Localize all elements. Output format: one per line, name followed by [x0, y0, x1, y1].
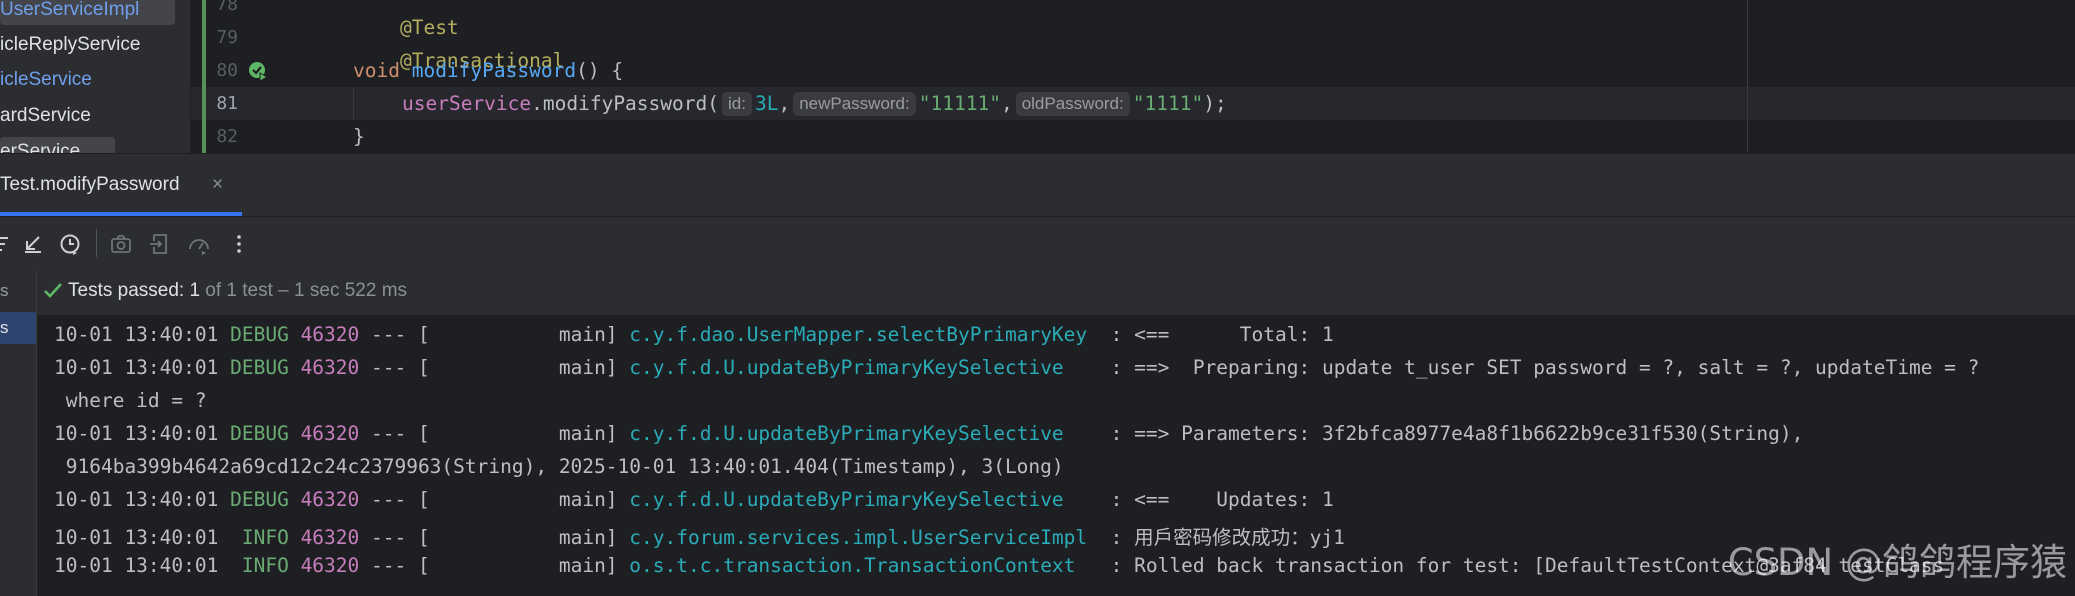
log-logger[interactable]: c.y.f.d.U.updateByPrimaryKeySelective: [629, 356, 1063, 379]
tree-item-boardservice[interactable]: ardService: [0, 101, 91, 131]
code-text: }: [353, 125, 365, 148]
line-number: 81: [216, 93, 238, 114]
log-line-continuation: 9164ba399b4642a69cd12c24c2379963(String)…: [54, 455, 1064, 478]
run-tab-bar: Test.modifyPassword ×: [0, 153, 2075, 216]
log-line: 10-01 13:40:01 INFO 46320 --- [ main] o.…: [54, 554, 1944, 577]
line-number: 82: [216, 126, 238, 147]
line-number: 80: [216, 60, 238, 81]
log-thread: --- [ main]: [359, 488, 630, 511]
tests-passed-count: Tests passed: 1: [68, 280, 201, 301]
tree-item-userservice[interactable]: erService: [0, 137, 115, 153]
tests-passed-summary: Tests passed: 1 of 1 test – 1 sec 522 ms: [68, 280, 407, 302]
test-tree-item-selected[interactable]: s: [0, 312, 36, 344]
log-timestamp: 10-01 13:40:01: [54, 323, 231, 346]
log-line: 10-01 13:40:01 INFO 46320 --- [ main] c.…: [54, 521, 1345, 550]
log-thread: --- [ main]: [359, 526, 630, 549]
string-literal: "11111": [918, 92, 1001, 115]
test-tree-item[interactable]: s: [0, 275, 36, 307]
log-message: : ==> Parameters: 3f2bfca8977e4a8f1b6622…: [1063, 422, 1804, 445]
param-hint: id:: [721, 92, 752, 116]
line-number: 78: [216, 0, 238, 15]
code-line-82: }: [353, 125, 365, 148]
log-logger[interactable]: c.y.f.dao.UserMapper.selectByPrimaryKey: [629, 323, 1087, 346]
field-ref: userService: [402, 92, 532, 115]
code-line-80: void modifyPassword() {: [353, 59, 623, 82]
log-thread: --- [ main]: [359, 323, 630, 346]
sort-icon[interactable]: [0, 232, 16, 256]
log-message: : 用戶密码修改成功：yj1: [1087, 526, 1345, 549]
log-pid: 46320: [300, 422, 360, 445]
keyword: void: [353, 59, 400, 82]
log-pid: 46320: [300, 323, 360, 346]
log-line-continuation: where id = ?: [54, 389, 207, 412]
log-level: INFO: [241, 526, 289, 549]
log-logger[interactable]: c.y.f.d.U.updateByPrimaryKeySelective: [629, 488, 1063, 511]
log-pid: 46320: [300, 554, 360, 577]
code-text: .modifyPassword(: [531, 92, 719, 115]
run-test-passed-icon[interactable]: [247, 60, 269, 82]
project-tree: UserServiceImpl icleReplyService icleSer…: [0, 0, 191, 153]
test-status-bar: Tests passed: 1 of 1 test – 1 sec 522 ms: [0, 270, 2075, 315]
tab-test-modifypassword[interactable]: Test.modifyPassword: [0, 174, 180, 196]
log-line: 10-01 13:40:01 DEBUG 46320 --- [ main] c…: [54, 422, 1803, 445]
export-icon[interactable]: [148, 232, 172, 256]
more-options-icon[interactable]: [227, 232, 251, 256]
right-margin-guide: [1747, 0, 1748, 153]
log-message: : <== Updates: 1: [1063, 488, 1334, 511]
tests-passed-detail: of 1 test – 1 sec 522 ms: [200, 280, 408, 301]
log-logger[interactable]: o.s.t.c.transaction.TransactionContext: [629, 554, 1075, 577]
log-timestamp: 10-01 13:40:01: [54, 422, 231, 445]
log-level: DEBUG: [230, 488, 289, 511]
method-name: modifyPassword: [411, 59, 577, 82]
log-line: 10-01 13:40:01 DEBUG 46320 --- [ main] c…: [54, 488, 1334, 511]
csdn-watermark: CSDN @鸽鸽程序猿: [1727, 541, 2067, 584]
string-literal: "1111": [1132, 92, 1204, 115]
log-level: DEBUG: [230, 422, 289, 445]
log-timestamp: 10-01 13:40:01: [54, 488, 231, 511]
toolbar-separator: [96, 229, 97, 257]
log-thread: --- [ main]: [359, 422, 630, 445]
log-timestamp: 10-01 13:40:01: [54, 526, 242, 549]
code-text: () {: [576, 59, 624, 82]
camera-icon[interactable]: [109, 232, 133, 256]
tree-item-userserviceimpl[interactable]: UserServiceImpl: [0, 0, 175, 25]
log-timestamp: 10-01 13:40:01: [54, 356, 231, 379]
code-editor[interactable]: 78 79 80 81 82 @Test @Transactional void…: [191, 0, 2075, 153]
log-level: DEBUG: [230, 323, 289, 346]
log-pid: 46320: [300, 526, 360, 549]
log-thread: --- [ main]: [359, 356, 630, 379]
run-toolbar: [0, 216, 2075, 270]
param-hint: oldPassword:: [1015, 92, 1130, 116]
code-line-81: userService.modifyPassword(id: 3L, newPass…: [402, 92, 1227, 116]
import-tests-icon[interactable]: [21, 232, 45, 256]
test-tree-pane: s s: [0, 270, 37, 596]
coverage-icon[interactable]: [187, 232, 211, 256]
log-message: : <== Total: 1: [1087, 323, 1334, 346]
log-pid: 46320: [300, 488, 360, 511]
log-level: INFO: [241, 554, 289, 577]
log-timestamp: 10-01 13:40:01: [54, 554, 242, 577]
log-logger[interactable]: c.y.forum.services.impl.UserServiceImpl: [629, 526, 1087, 549]
log-message: : ==> Preparing: update t_user SET passw…: [1063, 356, 1980, 379]
close-icon[interactable]: ×: [212, 174, 223, 196]
log-line: 10-01 13:40:01 DEBUG 46320 --- [ main] c…: [54, 323, 1334, 346]
tree-item-articleservice[interactable]: icleService: [0, 65, 92, 95]
tree-item-articlereplyservice[interactable]: icleReplyService: [0, 30, 140, 60]
code-text: );: [1203, 92, 1227, 115]
history-icon[interactable]: [58, 232, 82, 256]
log-message: where id = ?: [54, 389, 207, 412]
number-literal: 3L: [754, 92, 779, 115]
check-icon: [44, 283, 62, 298]
log-message: 9164ba399b4642a69cd12c24c2379963(String)…: [54, 455, 1064, 478]
log-line: 10-01 13:40:01 DEBUG 46320 --- [ main] c…: [54, 356, 1979, 379]
log-pid: 46320: [300, 356, 360, 379]
log-logger[interactable]: c.y.f.d.U.updateByPrimaryKeySelective: [629, 422, 1063, 445]
log-thread: --- [ main]: [359, 554, 630, 577]
line-number: 79: [216, 27, 238, 48]
param-hint: newPassword:: [793, 92, 916, 116]
log-level: DEBUG: [230, 356, 289, 379]
